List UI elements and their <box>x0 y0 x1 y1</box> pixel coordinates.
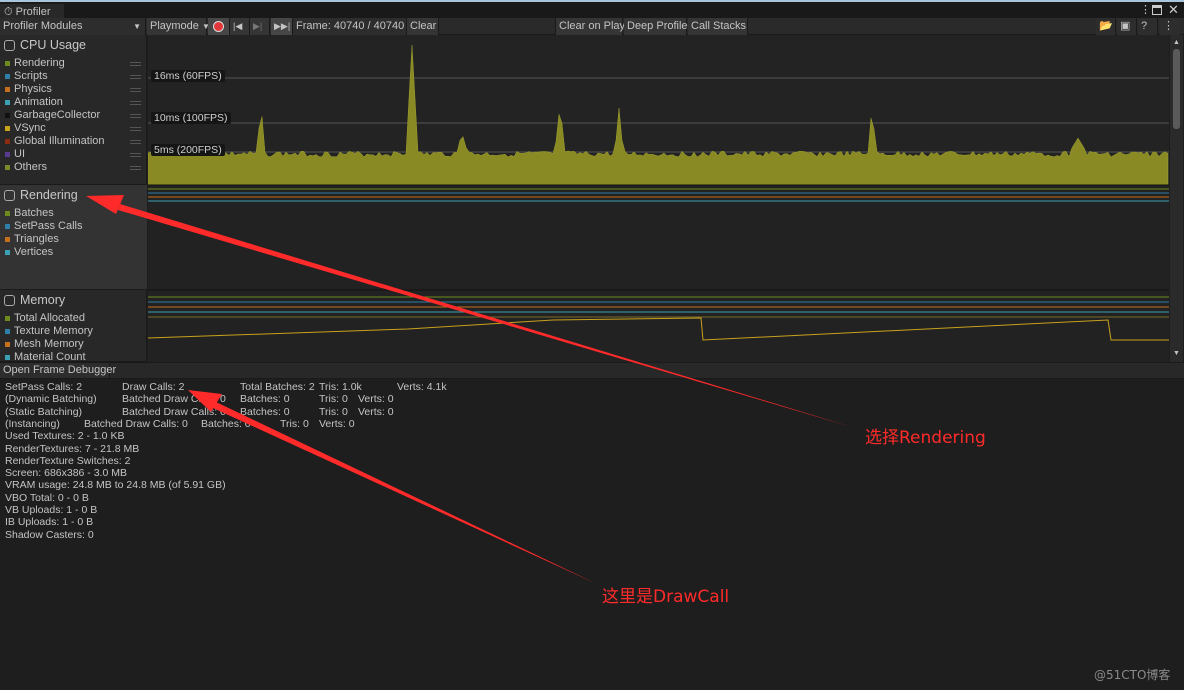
annotation-drawcall: 这里是DrawCall <box>602 587 730 607</box>
annotation-select-rendering: 选择Rendering <box>865 428 986 448</box>
annotation-arrow-rendering <box>118 204 855 428</box>
arrow-head-icon <box>86 195 124 214</box>
watermark: @51CTO博客 <box>1094 668 1171 682</box>
annotation-arrow-drawcall <box>213 402 597 584</box>
annotation-arrows <box>86 195 855 584</box>
